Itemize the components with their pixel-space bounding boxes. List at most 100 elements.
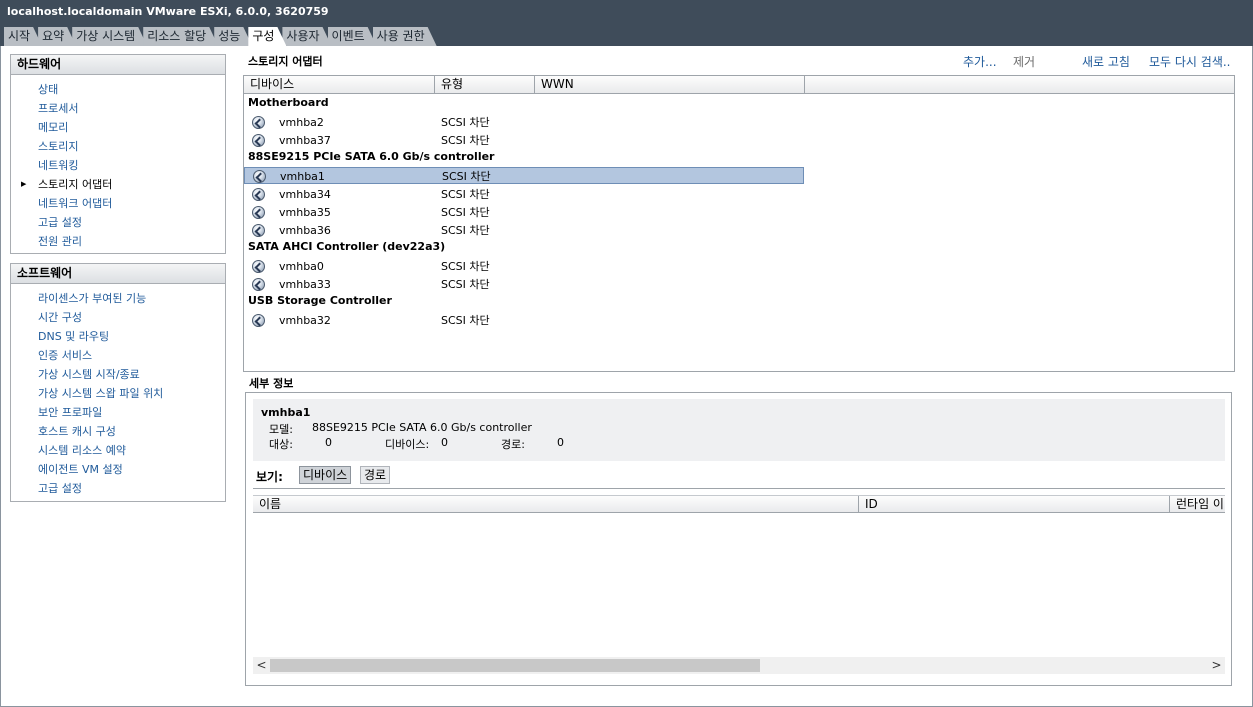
column-header-wwn[interactable]: WWN <box>535 76 805 93</box>
adapter-type: SCSI 차단 <box>441 116 490 129</box>
tab-7[interactable]: 이벤트 <box>328 27 377 46</box>
software-item-label: 인증 서비스 <box>38 349 93 362</box>
hardware-item-label: 스토리지 어댑터 <box>38 178 113 191</box>
hardware-panel-title: 하드웨어 <box>11 55 225 75</box>
target-label: 대상: <box>269 438 293 451</box>
hardware-item-4[interactable]: 네트워킹 <box>11 156 225 175</box>
software-item-2[interactable]: DNS 및 라우팅 <box>11 327 225 346</box>
storage-adapter-icon <box>252 314 265 327</box>
hardware-item-5[interactable]: ▶ 스토리지 어댑터 <box>11 175 225 194</box>
software-item-5[interactable]: 가상 시스템 스왑 파일 위치 <box>11 384 225 403</box>
model-value: 88SE9215 PCIe SATA 6.0 Gb/s controller <box>312 421 532 434</box>
hardware-item-8[interactable]: 전원 관리 <box>11 232 225 251</box>
adapter-row-vmhba1[interactable]: vmhba1 SCSI 차단 <box>244 167 804 184</box>
software-panel-title: 소프트웨어 <box>11 264 225 284</box>
hardware-item-3[interactable]: 스토리지 <box>11 137 225 156</box>
hardware-item-label: 메모리 <box>38 121 69 134</box>
remove-adapter-link[interactable]: 제거 <box>1013 53 1035 70</box>
hardware-item-2[interactable]: 메모리 <box>11 118 225 137</box>
adapter-type: SCSI 차단 <box>441 134 490 147</box>
details-adapter-name: vmhba1 <box>261 406 311 419</box>
adapter-row-vmhba37[interactable]: vmhba37 SCSI 차단 <box>244 132 804 149</box>
tab-3[interactable]: 리소스 할당 <box>143 27 218 46</box>
software-item-label: 가상 시스템 시작/종료 <box>38 368 140 381</box>
tab-4[interactable]: 성능 <box>214 27 252 46</box>
view-label: 보기: <box>256 470 283 484</box>
adapter-group-header: SATA AHCI Controller (dev22a3) <box>248 240 446 253</box>
tab-8[interactable]: 사용 권한 <box>373 27 437 46</box>
vsphere-client-window: localhost.localdomain VMware ESXi, 6.0.0… <box>0 0 1253 707</box>
adapter-type: SCSI 차단 <box>441 206 490 219</box>
hardware-item-label: 네트워크 어댑터 <box>38 197 113 210</box>
software-item-1[interactable]: 시간 구성 <box>11 308 225 327</box>
selected-arrow-icon: ▶ <box>21 180 27 188</box>
devices-label: 디바이스: <box>385 438 430 451</box>
tab-6[interactable]: 사용자 <box>282 27 331 46</box>
storage-adapter-icon <box>252 278 265 291</box>
column-header-id[interactable]: ID <box>859 496 1170 513</box>
tab-5[interactable]: 구성 <box>248 27 286 46</box>
storage-adapter-table: 디바이스 유형 WWN Motherboard vmhba2 SCSI 차단 vmhb… <box>243 75 1235 372</box>
storage-adapter-icon <box>253 170 266 183</box>
model-label: 모델: <box>269 423 293 436</box>
software-item-7[interactable]: 호스트 캐시 구성 <box>11 422 225 441</box>
paths-value: 0 <box>557 436 564 449</box>
software-item-9[interactable]: 에이전트 VM 설정 <box>11 460 225 479</box>
adapter-details-box: vmhba1 모델: 88SE9215 PCIe SATA 6.0 Gb/s c… <box>253 399 1225 461</box>
adapter-row-vmhba34[interactable]: vmhba34 SCSI 차단 <box>244 186 804 203</box>
refresh-link[interactable]: 새로 고침 <box>1082 53 1130 70</box>
hardware-item-label: 프로세서 <box>38 102 79 115</box>
column-header-name[interactable]: 이름 <box>253 496 859 513</box>
view-paths-button[interactable]: 경로 <box>360 466 391 484</box>
adapter-row-vmhba35[interactable]: vmhba35 SCSI 차단 <box>244 204 804 221</box>
hardware-item-6[interactable]: 네트워크 어댑터 <box>11 194 225 213</box>
storage-adapter-icon <box>252 206 265 219</box>
hardware-item-label: 상태 <box>38 83 59 96</box>
software-item-label: 시간 구성 <box>38 311 82 324</box>
target-value: 0 <box>325 436 332 449</box>
adapter-name: vmhba0 <box>279 260 324 273</box>
horizontal-scrollbar[interactable]: < > <box>253 657 1225 674</box>
software-item-0[interactable]: 라이센스가 부여된 기능 <box>11 289 225 308</box>
hardware-item-1[interactable]: 프로세서 <box>11 99 225 118</box>
column-header-type[interactable]: 유형 <box>435 76 535 93</box>
scrollbar-thumb[interactable] <box>270 659 760 672</box>
adapter-name: vmhba36 <box>279 224 331 237</box>
software-item-8[interactable]: 시스템 리소스 예약 <box>11 441 225 460</box>
software-item-3[interactable]: 인증 서비스 <box>11 346 225 365</box>
scroll-right-icon[interactable]: > <box>1208 657 1225 674</box>
paths-label: 경로: <box>501 438 525 451</box>
hardware-item-0[interactable]: 상태 <box>11 80 225 99</box>
software-item-4[interactable]: 가상 시스템 시작/종료 <box>11 365 225 384</box>
add-adapter-link[interactable]: 추가... <box>963 53 997 70</box>
adapter-row-vmhba32[interactable]: vmhba32 SCSI 차단 <box>244 312 804 329</box>
software-item-label: 호스트 캐시 구성 <box>38 425 116 438</box>
scroll-left-icon[interactable]: < <box>253 657 270 674</box>
software-item-6[interactable]: 보안 프로파일 <box>11 403 225 422</box>
details-panel: vmhba1 모델: 88SE9215 PCIe SATA 6.0 Gb/s c… <box>245 392 1232 686</box>
tab-0[interactable]: 시작 <box>4 27 42 46</box>
adapter-type: SCSI 차단 <box>441 260 490 273</box>
tab-1[interactable]: 요약 <box>38 27 76 46</box>
tab-2[interactable]: 가상 시스템 <box>72 27 147 46</box>
adapter-row-vmhba0[interactable]: vmhba0 SCSI 차단 <box>244 258 804 275</box>
adapter-row-vmhba2[interactable]: vmhba2 SCSI 차단 <box>244 114 804 131</box>
hardware-item-label: 네트워킹 <box>38 159 79 172</box>
adapter-type: SCSI 차단 <box>442 170 491 183</box>
rescan-all-link[interactable]: 모두 다시 검색.. <box>1149 53 1231 70</box>
storage-adapter-icon <box>252 188 265 201</box>
adapter-group-header: 88SE9215 PCIe SATA 6.0 Gb/s controller <box>248 150 495 163</box>
title-bar: localhost.localdomain VMware ESXi, 6.0.0… <box>0 0 1253 46</box>
hardware-item-7[interactable]: 고급 설정 <box>11 213 225 232</box>
software-item-10[interactable]: 고급 설정 <box>11 479 225 498</box>
adapter-row-vmhba33[interactable]: vmhba33 SCSI 차단 <box>244 276 804 293</box>
view-devices-button[interactable]: 디바이스 <box>299 466 352 484</box>
adapter-name: vmhba2 <box>279 116 324 129</box>
storage-adapter-icon <box>252 116 265 129</box>
hardware-panel: 하드웨어 상태프로세서메모리스토리지네트워킹 ▶ 스토리지 어댑터네트워크 어댑터고… <box>10 54 226 254</box>
column-header-runtime[interactable]: 런타임 이 <box>1170 496 1225 513</box>
software-item-label: 고급 설정 <box>38 482 82 495</box>
adapter-row-vmhba36[interactable]: vmhba36 SCSI 차단 <box>244 222 804 239</box>
column-header-device[interactable]: 디바이스 <box>244 76 435 93</box>
software-item-label: 보안 프로파일 <box>38 406 103 419</box>
